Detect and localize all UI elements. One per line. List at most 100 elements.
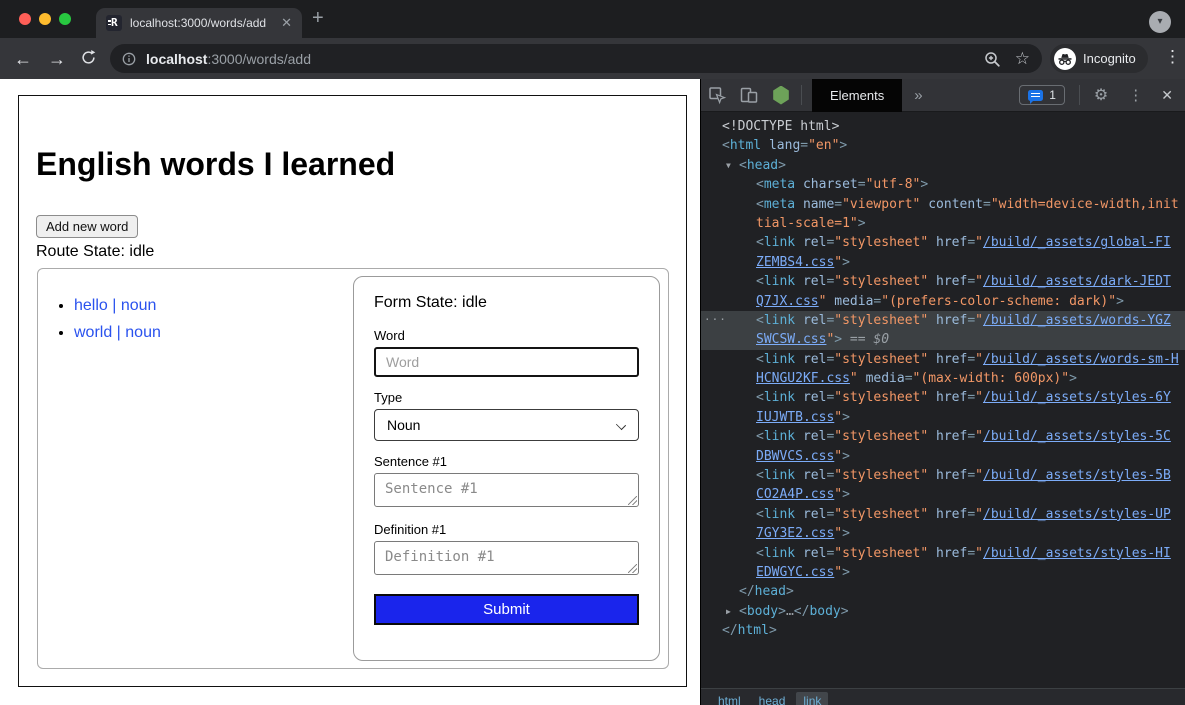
- device-toolbar-button[interactable]: [733, 79, 765, 112]
- code-line[interactable]: 7GY3E2.css">: [701, 524, 1185, 543]
- code-line[interactable]: SWCSW.css"> == $0: [701, 330, 1185, 349]
- browser-tab[interactable]: R localhost:3000/words/add ✕: [96, 8, 302, 38]
- code-token: [858, 371, 866, 386]
- bookmark-star-icon[interactable]: ☆: [1015, 49, 1030, 69]
- devtools-close-icon[interactable]: ✕: [1153, 87, 1185, 104]
- code-line[interactable]: <link rel="stylesheet" href="/build/_ass…: [701, 272, 1185, 291]
- code-token: [928, 390, 936, 405]
- window-close-button[interactable]: [19, 13, 31, 25]
- word-input[interactable]: [374, 347, 639, 377]
- browser-menu-button[interactable]: ⋮: [1164, 47, 1181, 67]
- window-menu-button[interactable]: ▾: [1149, 11, 1171, 33]
- url-text[interactable]: localhost:3000/words/add: [146, 51, 311, 67]
- code-token: [928, 274, 936, 289]
- resize-grip-icon[interactable]: [628, 496, 637, 505]
- more-tabs-button[interactable]: »: [902, 87, 934, 104]
- code-token: [928, 507, 936, 522]
- code-token: >: [842, 565, 850, 580]
- tree-expand-arrow-icon[interactable]: ▼: [726, 156, 731, 175]
- word-link[interactable]: world | noun: [74, 324, 161, 341]
- code-line[interactable]: <meta name="viewport" content="width=dev…: [701, 195, 1185, 214]
- code-token: link: [764, 352, 795, 367]
- tab-close-icon[interactable]: ✕: [281, 15, 292, 31]
- code-line[interactable]: <link rel="stylesheet" href="/build/_ass…: [701, 505, 1185, 524]
- window-minimize-button[interactable]: [39, 13, 51, 25]
- code-line[interactable]: Q7JX.css" media="(prefers-color-scheme: …: [701, 292, 1185, 311]
- type-select[interactable]: Noun: [374, 409, 639, 441]
- words-panel: hello | nounworld | noun Form State: idl…: [37, 268, 669, 669]
- code-line[interactable]: </html>: [701, 621, 1185, 640]
- page-container: English words I learned Add new word Rou…: [18, 95, 687, 687]
- code-token: …: [786, 604, 794, 619]
- code-token: link: [764, 546, 795, 561]
- resize-grip-icon[interactable]: [628, 564, 637, 573]
- code-token: </: [722, 623, 738, 638]
- code-token: href: [936, 546, 967, 561]
- definition-textarea[interactable]: [374, 541, 639, 575]
- breadcrumb-item-link[interactable]: link: [796, 692, 828, 705]
- zoom-icon[interactable]: [983, 50, 1001, 68]
- code-token: "stylesheet": [834, 468, 928, 483]
- back-button[interactable]: ←: [14, 48, 32, 70]
- devtools-code: <!DOCTYPE html><html lang="en">▼<head><m…: [701, 112, 1185, 688]
- code-token: >: [842, 526, 850, 541]
- code-line[interactable]: ···<link rel="stylesheet" href="/build/_…: [701, 311, 1185, 330]
- code-token: >: [842, 255, 850, 270]
- code-line[interactable]: <link rel="stylesheet" href="/build/_ass…: [701, 350, 1185, 369]
- code-token: name: [803, 197, 834, 212]
- incognito-badge: Incognito: [1050, 44, 1148, 73]
- selected-line-dots-icon: ···: [704, 311, 727, 328]
- code-line[interactable]: EDWGYC.css">: [701, 563, 1185, 582]
- tab-elements[interactable]: Elements: [812, 79, 902, 112]
- breadcrumb-item-head[interactable]: head: [752, 692, 793, 705]
- code-token: [795, 390, 803, 405]
- code-token: tial-scale=1": [756, 216, 858, 231]
- code-token: <: [756, 429, 764, 444]
- code-token: "(prefers-color-scheme: dark)": [881, 294, 1116, 309]
- code-line[interactable]: <meta charset="utf-8">: [701, 175, 1185, 194]
- code-line[interactable]: ▼<head>: [701, 156, 1185, 175]
- code-token: >: [769, 623, 777, 638]
- code-line[interactable]: <!DOCTYPE html>: [701, 117, 1185, 136]
- code-line[interactable]: </head>: [701, 582, 1185, 601]
- window-zoom-button[interactable]: [59, 13, 71, 25]
- code-line[interactable]: CO2A4P.css">: [701, 485, 1185, 504]
- page-info-icon[interactable]: [122, 52, 136, 66]
- code-line[interactable]: <link rel="stylesheet" href="/build/_ass…: [701, 233, 1185, 252]
- code-token: href: [936, 274, 967, 289]
- code-token: =: [967, 429, 975, 444]
- word-link[interactable]: hello | noun: [74, 297, 156, 314]
- tree-expand-arrow-icon[interactable]: ▶: [726, 602, 731, 621]
- settings-gear-icon[interactable]: ⚙: [1084, 85, 1118, 105]
- new-tab-button[interactable]: +: [312, 7, 324, 30]
- code-token: href: [936, 468, 967, 483]
- code-token: <: [756, 235, 764, 250]
- issues-counter[interactable]: 1: [1019, 85, 1065, 105]
- devtools-panel: Elements » 1 ⚙ ⋮ ✕ <!DOCTYPE html><html …: [700, 79, 1185, 705]
- sentence-textarea[interactable]: [374, 473, 639, 507]
- reload-button[interactable]: [80, 49, 97, 71]
- code-token: <: [756, 468, 764, 483]
- code-line[interactable]: <html lang="en">: [701, 136, 1185, 155]
- submit-button[interactable]: Submit: [374, 594, 639, 625]
- devtools-menu-icon[interactable]: ⋮: [1118, 86, 1153, 104]
- forward-button[interactable]: →: [48, 48, 66, 70]
- breadcrumb-item-html[interactable]: html: [711, 692, 748, 705]
- code-line[interactable]: ▶<body>…</body>: [701, 602, 1185, 621]
- code-line[interactable]: <link rel="stylesheet" href="/build/_ass…: [701, 388, 1185, 407]
- code-token: =: [834, 197, 842, 212]
- code-line[interactable]: HCNGU2KF.css" media="(max-width: 600px)"…: [701, 369, 1185, 388]
- code-line[interactable]: IUJWTB.css">: [701, 408, 1185, 427]
- code-line[interactable]: tial-scale=1">: [701, 214, 1185, 233]
- inspect-element-button[interactable]: [701, 79, 733, 112]
- add-new-word-button[interactable]: Add new word: [36, 215, 138, 238]
- code-line[interactable]: <link rel="stylesheet" href="/build/_ass…: [701, 427, 1185, 446]
- code-line[interactable]: <link rel="stylesheet" href="/build/_ass…: [701, 544, 1185, 563]
- code-token: "width=device-width,init: [991, 197, 1179, 212]
- address-bar[interactable]: localhost:3000/words/add ☆: [110, 44, 1042, 73]
- code-line[interactable]: ZEMBS4.css">: [701, 253, 1185, 272]
- code-token: media: [834, 294, 873, 309]
- code-line[interactable]: <link rel="stylesheet" href="/build/_ass…: [701, 466, 1185, 485]
- node-extension-button[interactable]: [765, 79, 797, 112]
- code-line[interactable]: DBWVCS.css">: [701, 447, 1185, 466]
